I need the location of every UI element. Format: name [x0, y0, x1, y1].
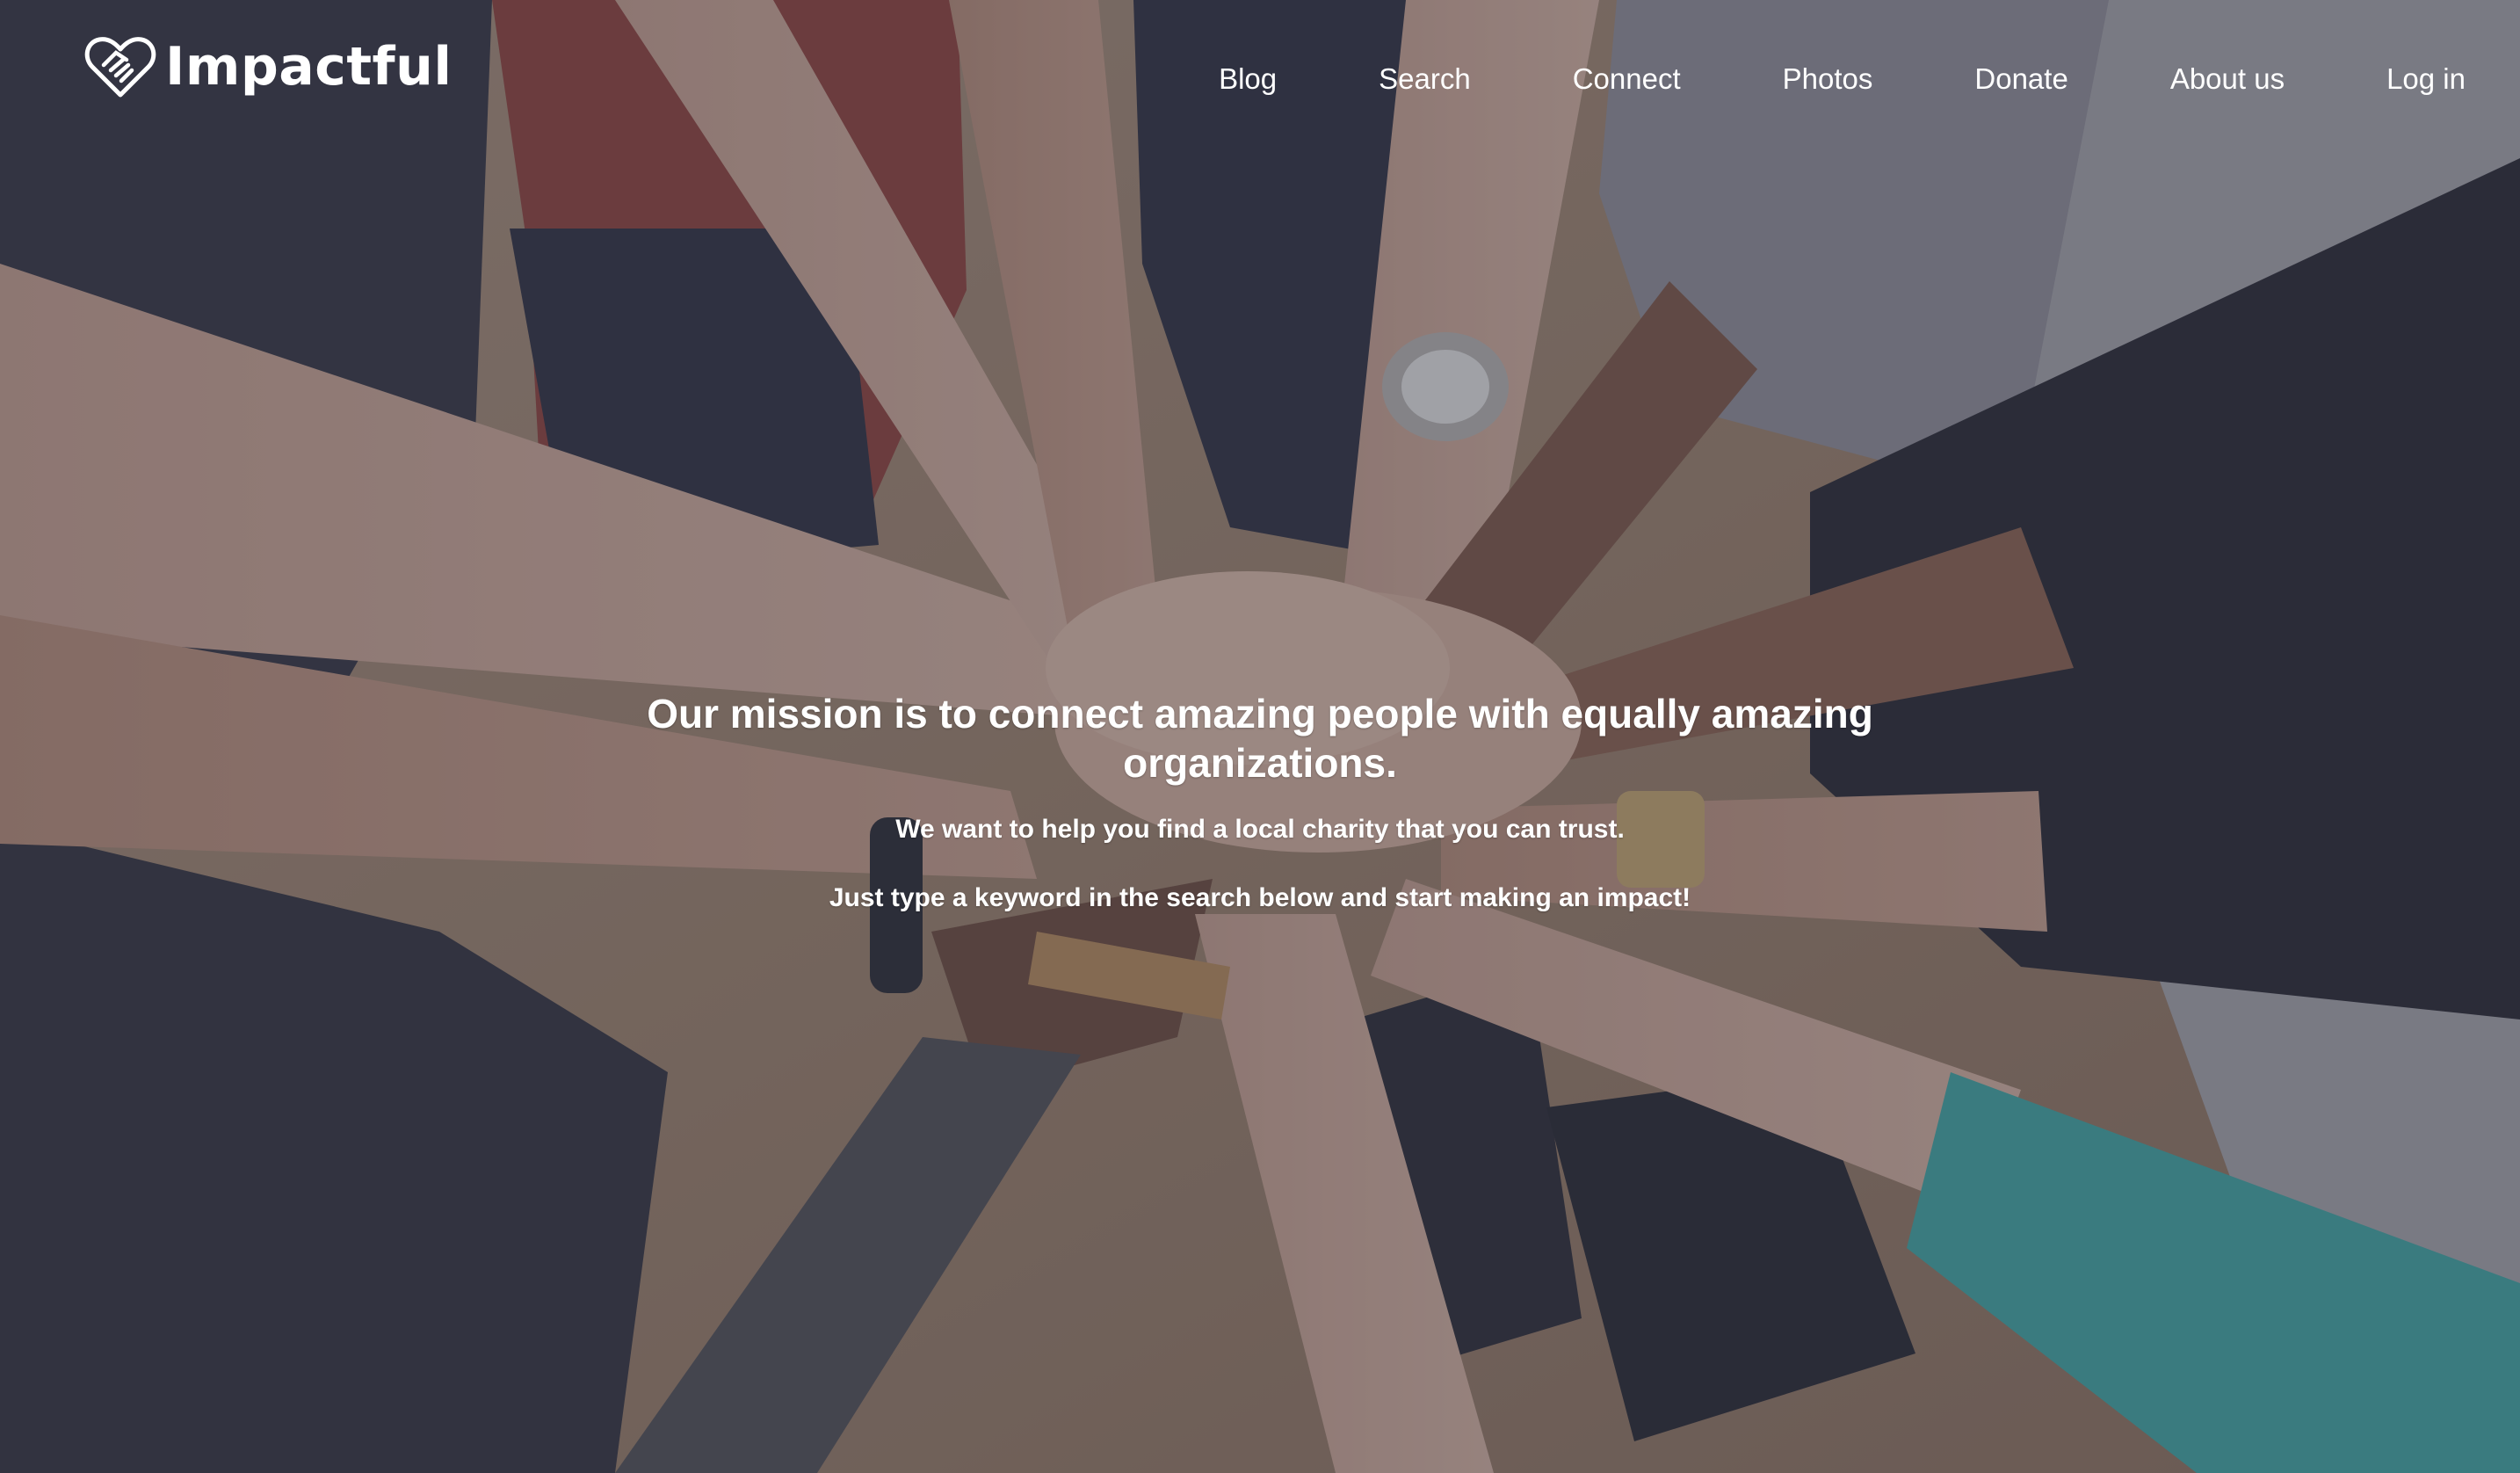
handshake-heart-icon	[84, 37, 156, 98]
brand-name: Impactful	[165, 36, 453, 98]
nav-photos[interactable]: Photos	[1783, 62, 1873, 97]
nav-log-in[interactable]: Log in	[2386, 62, 2466, 97]
nav-blog[interactable]: Blog	[1219, 62, 1277, 97]
hero-subline-trust: We want to help you find a local charity…	[895, 815, 1625, 844]
hero-headline: Our mission is to connect amazing people…	[647, 691, 1873, 786]
landing-page: Impactful Blog Search Connect Photos Don…	[0, 0, 2520, 1473]
main-nav: Blog Search Connect Photos Donate About …	[1219, 62, 2466, 97]
nav-search[interactable]: Search	[1379, 62, 1471, 97]
brand-logo-link[interactable]: Impactful	[84, 33, 452, 100]
hero-section: Our mission is to connect amazing people…	[0, 689, 2520, 914]
nav-donate[interactable]: Donate	[1974, 62, 2067, 97]
site-header: Impactful Blog Search Connect Photos Don…	[0, 0, 2520, 158]
nav-about-us[interactable]: About us	[2170, 62, 2285, 97]
hero-subline-search: Just type a keyword in the search below …	[829, 883, 1691, 912]
nav-connect[interactable]: Connect	[1573, 62, 1681, 97]
